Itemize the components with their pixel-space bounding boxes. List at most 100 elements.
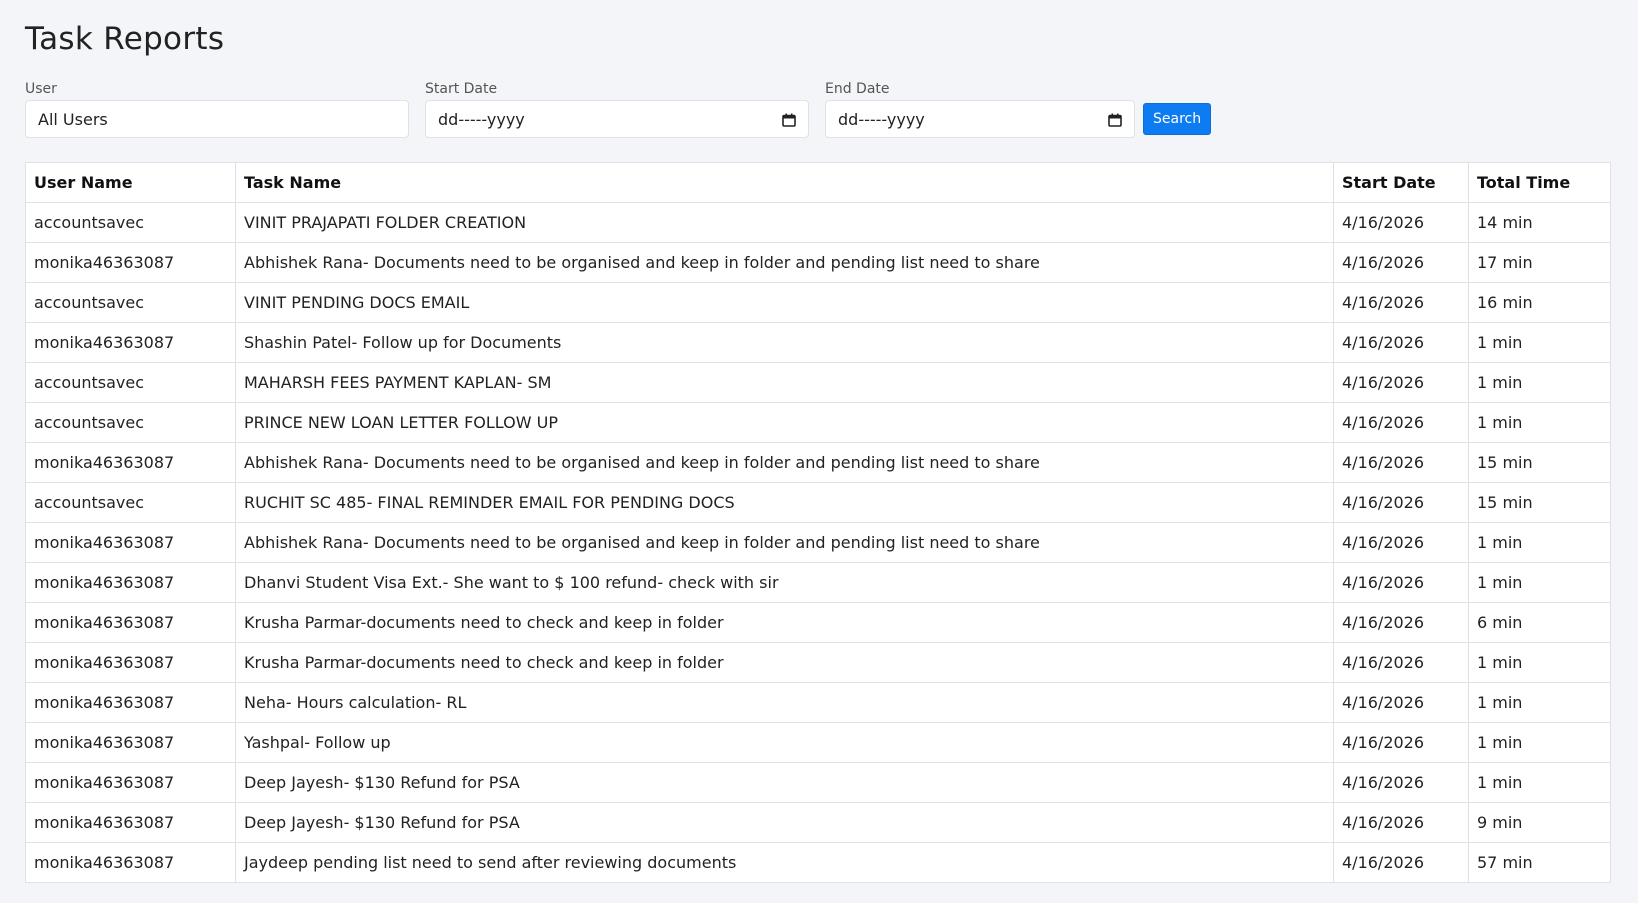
task-reports-page: Task Reports User All Users Start Date d… xyxy=(0,0,1638,903)
cell-task-name: Jaydeep pending list need to send after … xyxy=(235,842,1334,883)
start-date-value: dd-----yyyy xyxy=(438,109,525,129)
cell-task-name: Abhishek Rana- Documents need to be orga… xyxy=(235,522,1334,563)
cell-start-date: 4/16/2026 xyxy=(1333,842,1469,883)
cell-task-name: Abhishek Rana- Documents need to be orga… xyxy=(235,442,1334,483)
cell-user-name: accountsavec xyxy=(25,362,236,403)
cell-start-date: 4/16/2026 xyxy=(1333,282,1469,323)
cell-user-name: accountsavec xyxy=(25,482,236,523)
calendar-icon[interactable] xyxy=(1108,112,1122,127)
cell-user-name: monika46363087 xyxy=(25,602,236,643)
cell-task-name: Shashin Patel- Follow up for Documents xyxy=(235,322,1334,363)
table-row[interactable]: accountsavec PRINCE NEW LOAN LETTER FOLLO… xyxy=(25,402,1611,443)
cell-start-date: 4/16/2026 xyxy=(1333,722,1469,763)
column-header-task-name[interactable]: Task Name xyxy=(235,162,1334,203)
cell-task-name: Deep Jayesh- $130 Refund for PSA xyxy=(235,802,1334,843)
start-date-input[interactable]: dd-----yyyy xyxy=(425,100,809,138)
table-row[interactable]: monika46363087 Neha- Hours calculation- R… xyxy=(25,682,1611,723)
table-row[interactable]: monika46363087 Deep Jayesh- $130 Refund f… xyxy=(25,762,1611,803)
end-date-filter: End Date dd-----yyyy xyxy=(825,80,1135,138)
column-header-total-time[interactable]: Total Time xyxy=(1468,162,1611,203)
table-row[interactable]: monika46363087 Yashpal- Follow up 4/16/202… xyxy=(25,722,1611,763)
column-header-start-date[interactable]: Start Date xyxy=(1333,162,1469,203)
table-row[interactable]: monika46363087 Krusha Parmar-documents ne… xyxy=(25,642,1611,683)
cell-total-time: 9 min xyxy=(1468,802,1611,843)
cell-task-name: Krusha Parmar-documents need to check an… xyxy=(235,602,1334,643)
table-row[interactable]: accountsavec RUCHIT SC 485- FINAL REMINDE… xyxy=(25,482,1611,523)
table-row[interactable]: monika46363087 Deep Jayesh- $130 Refund f… xyxy=(25,802,1611,843)
cell-start-date: 4/16/2026 xyxy=(1333,762,1469,803)
cell-total-time: 1 min xyxy=(1468,322,1611,363)
cell-task-name: Krusha Parmar-documents need to check an… xyxy=(235,642,1334,683)
cell-task-name: VINIT PRAJAPATI FOLDER CREATION xyxy=(235,202,1334,243)
cell-total-time: 17 min xyxy=(1468,242,1611,283)
table-row[interactable]: monika46363087 Dhanvi Student Visa Ext.- … xyxy=(25,562,1611,603)
cell-task-name: MAHARSH FEES PAYMENT KAPLAN- SM xyxy=(235,362,1334,403)
cell-task-name: PRINCE NEW LOAN LETTER FOLLOW UP xyxy=(235,402,1334,443)
cell-total-time: 6 min xyxy=(1468,602,1611,643)
filter-bar: User All Users Start Date dd-----yyyy En… xyxy=(25,80,1613,138)
cell-start-date: 4/16/2026 xyxy=(1333,682,1469,723)
cell-total-time: 1 min xyxy=(1468,402,1611,443)
table-row[interactable]: monika46363087 Jaydeep pending list need … xyxy=(25,842,1611,883)
cell-user-name: accountsavec xyxy=(25,282,236,323)
cell-user-name: monika46363087 xyxy=(25,522,236,563)
cell-start-date: 4/16/2026 xyxy=(1333,562,1469,603)
cell-user-name: monika46363087 xyxy=(25,802,236,843)
cell-task-name: Dhanvi Student Visa Ext.- She want to $ … xyxy=(235,562,1334,603)
table-row[interactable]: monika46363087 Abhishek Rana- Documents n… xyxy=(25,242,1611,283)
cell-total-time: 57 min xyxy=(1468,842,1611,883)
start-date-label: Start Date xyxy=(425,81,498,97)
end-date-value: dd-----yyyy xyxy=(838,109,925,129)
cell-user-name: monika46363087 xyxy=(25,842,236,883)
search-button[interactable]: Search xyxy=(1143,103,1212,135)
user-filter: User All Users xyxy=(25,80,409,138)
start-date-filter: Start Date dd-----yyyy xyxy=(425,80,809,138)
cell-start-date: 4/16/2026 xyxy=(1333,522,1469,563)
table-row[interactable]: monika46363087 Krusha Parmar-documents ne… xyxy=(25,602,1611,643)
cell-total-time: 1 min xyxy=(1468,522,1611,563)
table-row[interactable]: monika46363087 Shashin Patel- Follow up f… xyxy=(25,322,1611,363)
cell-start-date: 4/16/2026 xyxy=(1333,322,1469,363)
cell-user-name: monika46363087 xyxy=(25,562,236,603)
cell-user-name: accountsavec xyxy=(25,402,236,443)
task-report-table: User Name Task Name Start Date Total Tim… xyxy=(25,162,1611,883)
cell-start-date: 4/16/2026 xyxy=(1333,642,1469,683)
calendar-icon[interactable] xyxy=(782,112,796,127)
cell-start-date: 4/16/2026 xyxy=(1333,362,1469,403)
cell-total-time: 1 min xyxy=(1468,362,1611,403)
cell-total-time: 1 min xyxy=(1468,682,1611,723)
cell-task-name: Abhishek Rana- Documents need to be orga… xyxy=(235,242,1334,283)
cell-start-date: 4/16/2026 xyxy=(1333,482,1469,523)
cell-total-time: 15 min xyxy=(1468,482,1611,523)
table-row[interactable]: accountsavec MAHARSH FEES PAYMENT KAPLAN-… xyxy=(25,362,1611,403)
user-select[interactable]: All Users xyxy=(25,100,409,138)
cell-start-date: 4/16/2026 xyxy=(1333,802,1469,843)
cell-start-date: 4/16/2026 xyxy=(1333,242,1469,283)
cell-start-date: 4/16/2026 xyxy=(1333,402,1469,443)
cell-user-name: monika46363087 xyxy=(25,682,236,723)
cell-user-name: monika46363087 xyxy=(25,642,236,683)
table-row[interactable]: monika46363087 Abhishek Rana- Documents n… xyxy=(25,442,1611,483)
table-header-row: User Name Task Name Start Date Total Tim… xyxy=(25,162,1611,203)
table-row[interactable]: monika46363087 Abhishek Rana- Documents n… xyxy=(25,522,1611,563)
cell-task-name: RUCHIT SC 485- FINAL REMINDER EMAIL FOR … xyxy=(235,482,1334,523)
cell-user-name: monika46363087 xyxy=(25,722,236,763)
table-row[interactable]: accountsavec VINIT PENDING DOCS EMAIL 4/16… xyxy=(25,282,1611,323)
cell-task-name: Deep Jayesh- $130 Refund for PSA xyxy=(235,762,1334,803)
cell-task-name: Neha- Hours calculation- RL xyxy=(235,682,1334,723)
cell-task-name: Yashpal- Follow up xyxy=(235,722,1334,763)
cell-total-time: 1 min xyxy=(1468,762,1611,803)
cell-user-name: monika46363087 xyxy=(25,762,236,803)
cell-total-time: 1 min xyxy=(1468,642,1611,683)
cell-user-name: monika46363087 xyxy=(25,442,236,483)
cell-total-time: 16 min xyxy=(1468,282,1611,323)
column-header-user-name[interactable]: User Name xyxy=(25,162,236,203)
cell-user-name: monika46363087 xyxy=(25,322,236,363)
user-select-value: All Users xyxy=(38,109,108,129)
page-title: Task Reports xyxy=(25,21,225,57)
end-date-label: End Date xyxy=(825,81,890,97)
user-filter-label: User xyxy=(25,81,57,97)
table-row[interactable]: accountsavec VINIT PRAJAPATI FOLDER CREAT… xyxy=(25,202,1611,243)
end-date-input[interactable]: dd-----yyyy xyxy=(825,100,1135,138)
cell-user-name: accountsavec xyxy=(25,202,236,243)
